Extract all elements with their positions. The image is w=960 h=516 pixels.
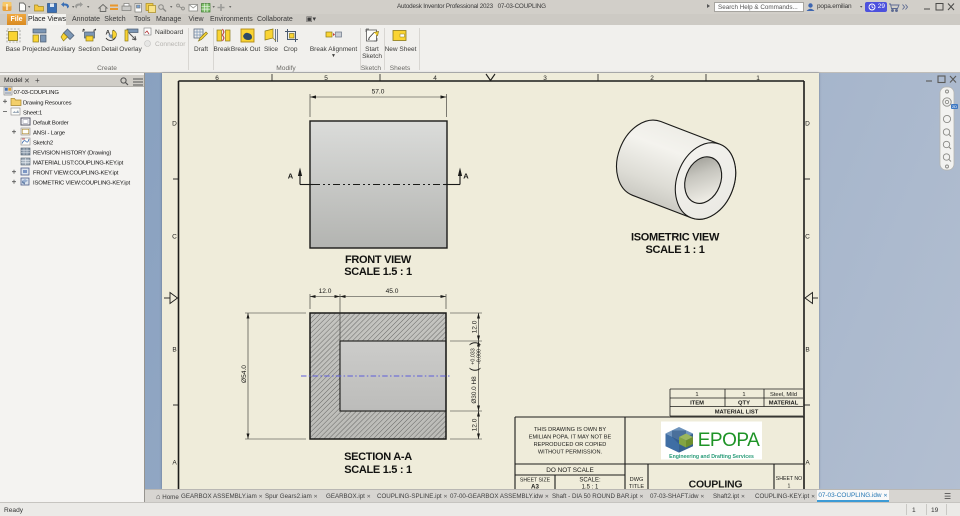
svg-text:MATERIAL LIST: MATERIAL LIST <box>715 410 759 416</box>
svg-text:REPRODUCED OR COPIED: REPRODUCED OR COPIED <box>534 442 607 448</box>
svg-text:3: 3 <box>543 75 547 82</box>
svg-text:Ø54.0: Ø54.0 <box>241 365 248 383</box>
svg-text:12.0: 12.0 <box>319 288 332 295</box>
svg-text:QTY: QTY <box>738 401 750 407</box>
svg-text:B: B <box>172 347 176 354</box>
svg-text:MATERIAL: MATERIAL <box>769 401 799 407</box>
svg-text:D: D <box>172 121 177 128</box>
svg-text:ISOMETRIC VIEW: ISOMETRIC VIEW <box>631 232 720 244</box>
svg-text:EPOPA: EPOPA <box>698 430 760 451</box>
svg-text:A: A <box>172 460 177 467</box>
svg-text:4: 4 <box>433 75 437 82</box>
svg-text:SCALE 1.5 : 1: SCALE 1.5 : 1 <box>344 266 412 278</box>
svg-text:12.0: 12.0 <box>472 418 479 431</box>
svg-text:DWG: DWG <box>630 477 644 483</box>
svg-text:A: A <box>463 172 469 181</box>
svg-text:B: B <box>805 347 809 354</box>
svg-text:THIS DRAWING IS OWN BY: THIS DRAWING IS OWN BY <box>534 427 606 433</box>
svg-text:SHEET NO: SHEET NO <box>776 476 802 482</box>
svg-text:45.0: 45.0 <box>386 288 399 295</box>
svg-text:ITEM: ITEM <box>690 401 704 407</box>
svg-text:(: ( <box>467 368 481 372</box>
svg-text:57.0: 57.0 <box>372 89 385 96</box>
svg-text:C: C <box>172 234 177 241</box>
svg-text:1: 1 <box>695 392 698 398</box>
svg-text:DO NOT SCALE: DO NOT SCALE <box>546 467 593 474</box>
svg-text:12.0: 12.0 <box>472 320 479 333</box>
svg-text:SCALE:: SCALE: <box>579 478 601 484</box>
svg-text:6: 6 <box>215 75 219 82</box>
svg-text:Ø30.0 H8: Ø30.0 H8 <box>471 376 478 404</box>
svg-text:SECTION A-A: SECTION A-A <box>344 451 412 463</box>
svg-text:5: 5 <box>324 75 328 82</box>
svg-text:EMILIAN POPA. IT MAY NOT BE: EMILIAN POPA. IT MAY NOT BE <box>529 435 612 441</box>
svg-text:D: D <box>805 121 810 128</box>
svg-text:2D: 2D <box>952 104 957 109</box>
svg-text:WITHOUT PERMISSION.: WITHOUT PERMISSION. <box>538 450 603 456</box>
svg-text:2: 2 <box>650 75 654 82</box>
svg-text:A: A <box>805 460 810 467</box>
svg-text:Engineering and Drafting Servi: Engineering and Drafting Services <box>669 454 754 460</box>
svg-text:1: 1 <box>742 392 745 398</box>
svg-text:A: A <box>288 172 294 181</box>
svg-text:1: 1 <box>756 75 760 82</box>
svg-text:): ) <box>467 342 481 346</box>
svg-text:-0.000: -0.000 <box>476 349 482 364</box>
svg-text:Steel, Mild: Steel, Mild <box>770 392 797 398</box>
svg-text:FRONT VIEW: FRONT VIEW <box>345 254 412 266</box>
svg-text:SCALE 1.5 : 1: SCALE 1.5 : 1 <box>344 464 412 476</box>
svg-text:C: C <box>805 234 810 241</box>
svg-text:SCALE 1 : 1: SCALE 1 : 1 <box>645 244 704 256</box>
